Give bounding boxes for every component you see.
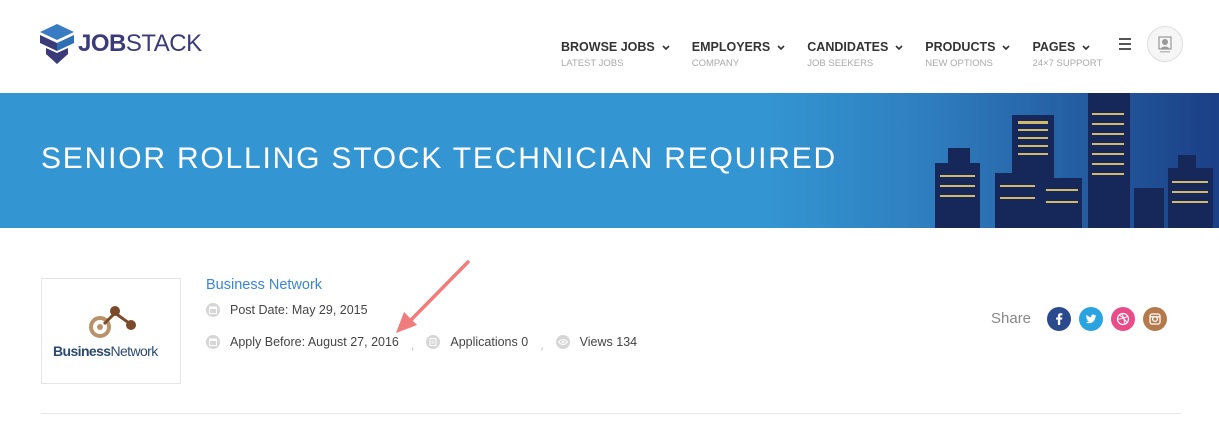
- facebook-icon: [1047, 307, 1071, 331]
- company-name-link[interactable]: Business Network: [206, 277, 322, 293]
- facebook-share-button[interactable]: [1047, 307, 1071, 331]
- nav-label: CANDIDATES: [807, 40, 889, 54]
- share-label: Share: [991, 310, 1032, 327]
- dribbble-icon: [1111, 307, 1135, 331]
- nav-label: BROWSE JOBS: [561, 40, 655, 54]
- site-header: JOBSTACK BROWSE JOBS LATEST JOBS EMPLOYE…: [0, 0, 1219, 93]
- section-divider: [41, 413, 1181, 414]
- eye-icon: [555, 335, 570, 349]
- chevron-down-icon: [662, 40, 670, 54]
- twitter-share-button[interactable]: [1079, 307, 1103, 331]
- instagram-share-button[interactable]: [1143, 307, 1167, 331]
- nav-label: PRODUCTS: [925, 40, 996, 54]
- post-date-text: Post Date: May 29, 2015: [230, 303, 368, 317]
- logo-text: JOBSTACK: [78, 30, 202, 57]
- chevron-down-icon: [1082, 40, 1090, 54]
- nav-candidates[interactable]: CANDIDATES JOB SEEKERS: [807, 40, 903, 69]
- nav-sublabel: LATEST JOBS: [561, 58, 624, 69]
- company-logo-text: BusinessNetwork: [53, 343, 158, 359]
- instagram-icon: [1143, 307, 1167, 331]
- jobstack-logo-icon: [40, 24, 74, 64]
- page-title: SENIOR ROLLING STOCK TECHNICIAN REQUIRED: [41, 142, 838, 175]
- nav-browse-jobs[interactable]: BROWSE JOBS LATEST JOBS: [561, 40, 670, 69]
- job-meta-row: Apply Before: August 27, 2016 , Applicat…: [206, 335, 638, 352]
- nav-sublabel: JOB SEEKERS: [807, 58, 874, 69]
- nav-label: EMPLOYERS: [691, 40, 771, 54]
- user-avatar[interactable]: [1147, 26, 1183, 62]
- company-logo[interactable]: BusinessNetwork: [41, 278, 181, 384]
- chevron-down-icon: [895, 40, 903, 54]
- nav-employers[interactable]: EMPLOYERS COMPANY: [692, 40, 786, 69]
- applications-text: Applications 0: [450, 335, 529, 349]
- dribbble-share-button[interactable]: [1111, 307, 1135, 331]
- nav-sublabel: 24×7 SUPPORT: [1032, 58, 1103, 69]
- nav-pages[interactable]: PAGES 24×7 SUPPORT: [1032, 40, 1102, 69]
- views-text: Views 134: [579, 335, 638, 349]
- calendar-icon: [206, 335, 220, 349]
- nav-sublabel: NEW OPTIONS: [925, 58, 993, 69]
- chevron-down-icon: [777, 40, 785, 54]
- hamburger-icon[interactable]: [1119, 38, 1131, 50]
- calendar-icon: [206, 303, 220, 317]
- avatar-icon: [1158, 36, 1172, 53]
- main-nav: BROWSE JOBS LATEST JOBS EMPLOYERS COMPAN…: [561, 40, 1124, 69]
- apply-before-text: Apply Before: August 27, 2016: [230, 335, 399, 349]
- twitter-icon: [1079, 307, 1103, 331]
- post-date: Post Date: May 29, 2015: [206, 303, 368, 317]
- meta-separator: ,: [540, 338, 544, 352]
- chevron-down-icon: [1002, 40, 1011, 54]
- business-network-logo-icon: [89, 306, 136, 338]
- nav-sublabel: COMPANY: [691, 58, 740, 69]
- nav-products[interactable]: PRODUCTS NEW OPTIONS: [925, 40, 1011, 69]
- site-logo[interactable]: JOBSTACK: [40, 24, 202, 64]
- document-icon: [426, 335, 441, 349]
- meta-separator: ,: [410, 338, 415, 352]
- page-banner: SENIOR ROLLING STOCK TECHNICIAN REQUIRED: [0, 93, 1219, 228]
- nav-label: PAGES: [1032, 40, 1076, 54]
